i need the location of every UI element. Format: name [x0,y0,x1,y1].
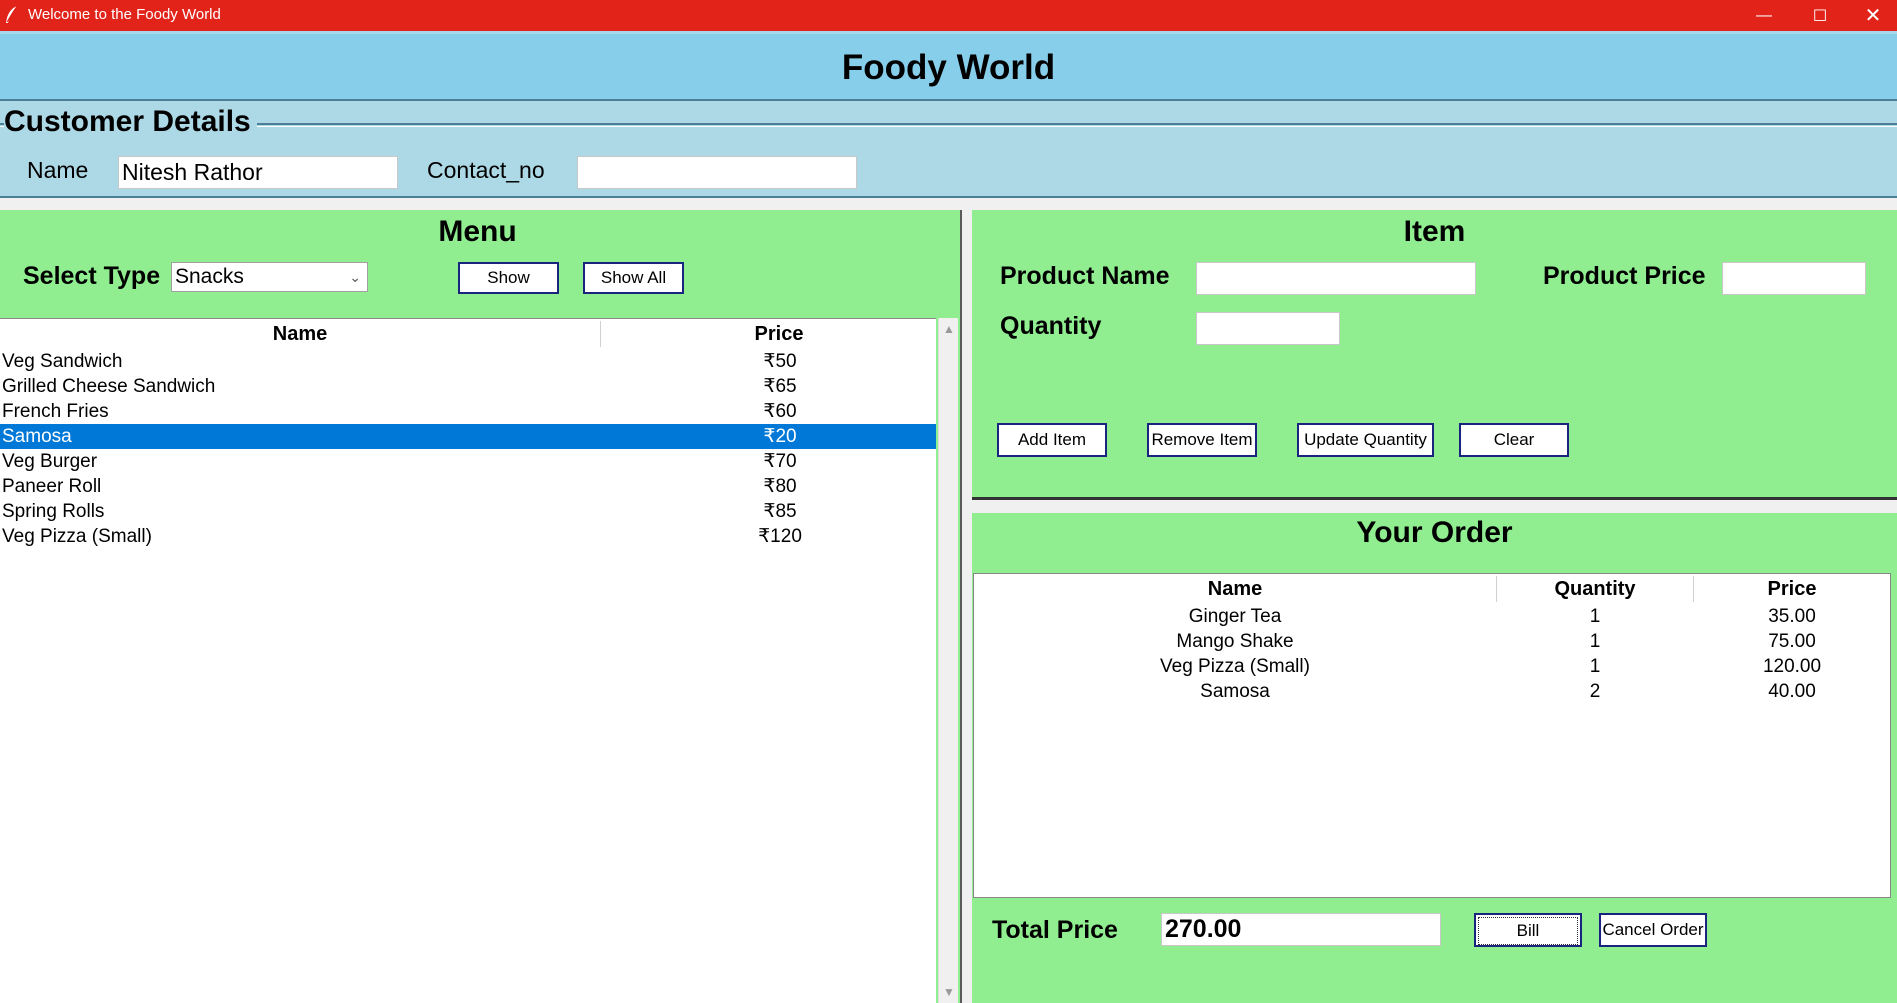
bill-button-label: Bill [1478,917,1578,945]
menu-title: Menu [438,215,517,248]
order-column-name[interactable]: Name [974,578,1496,601]
order-item-price: 75.00 [1768,631,1816,652]
product-price-input[interactable] [1722,262,1866,295]
customer-details-title: Customer Details [4,105,257,139]
menu-item-price: ₹60 [763,401,797,422]
product-name-input[interactable] [1196,262,1476,295]
window-title: Welcome to the Foody World [28,6,221,23]
table-row[interactable]: Grilled Cheese Sandwich ₹65 [0,374,936,399]
table-row[interactable]: Veg Burger ₹70 [0,449,936,474]
menu-item-name: Spring Rolls [2,501,105,522]
menu-item-price: ₹50 [763,351,797,372]
menu-panel: Menu Select Type Snacks ⌄ Show Show All … [0,210,962,1003]
name-label: Name [27,157,89,183]
chevron-down-icon[interactable]: ⌄ [349,263,361,291]
name-input[interactable]: Nitesh Rathor [118,156,398,189]
customer-details-section: Customer Details Name Nitesh Rathor Cont… [0,101,1897,198]
menu-item-price: ₹65 [763,376,797,397]
order-item-price: 40.00 [1768,681,1816,702]
table-row[interactable]: Mango Shake 1 75.00 [974,629,1892,654]
contact-input[interactable] [577,156,857,189]
order-item-name: Samosa [1200,681,1270,702]
item-panel: Item Product Name Product Price Quantity… [972,210,1897,500]
order-title: Your Order [1356,516,1513,549]
menu-item-name: Veg Burger [2,451,98,472]
table-row[interactable]: Veg Sandwich ₹50 [0,349,936,374]
table-row[interactable]: Ginger Tea 1 35.00 [974,604,1892,629]
close-button[interactable]: ✕ [1850,0,1896,31]
menu-item-name: Veg Sandwich [2,351,123,372]
cancel-order-button[interactable]: Cancel Order [1599,913,1707,947]
total-price-label: Total Price [992,916,1118,944]
order-column-price[interactable]: Price [1694,578,1890,601]
table-row[interactable]: Veg Pizza (Small) 1 120.00 [974,654,1892,679]
order-item-price: 35.00 [1768,606,1816,627]
table-row[interactable]: French Fries ₹60 [0,399,936,424]
item-title: Item [1403,215,1466,248]
menu-column-price[interactable]: Price [601,323,957,346]
bill-button[interactable]: Bill [1474,913,1582,947]
update-quantity-button[interactable]: Update Quantity [1297,423,1434,457]
order-item-quantity: 1 [1589,656,1601,677]
menu-column-name[interactable]: Name [0,323,600,346]
type-select-value: Snacks [175,265,244,288]
table-row[interactable]: Paneer Roll ₹80 [0,474,936,499]
menu-item-price: ₹80 [763,476,797,497]
scroll-up-arrow-icon[interactable]: ▲ [939,322,959,336]
menu-item-price: ₹85 [763,501,797,522]
order-item-price: 120.00 [1762,656,1822,677]
contact-label: Contact_no [427,157,545,183]
total-price-field[interactable]: 270.00 [1161,913,1441,946]
table-row[interactable]: Spring Rolls ₹85 [0,499,936,524]
scroll-down-arrow-icon[interactable]: ▼ [939,985,959,999]
show-button[interactable]: Show [458,262,559,294]
order-item-quantity: 1 [1589,631,1601,652]
section-divider [0,123,1897,127]
menu-item-name: Paneer Roll [2,476,102,497]
window-titlebar: Welcome to the Foody World — ☐ ✕ [0,0,1897,31]
maximize-button[interactable]: ☐ [1797,0,1843,31]
product-name-label: Product Name [1000,262,1170,290]
clear-button[interactable]: Clear [1459,423,1569,457]
menu-item-price: ₹120 [758,526,802,547]
order-panel: Your Order Name Quantity Price Ginger Te… [972,513,1897,1003]
show-all-button[interactable]: Show All [583,262,684,294]
table-row[interactable]: Samosa 2 40.00 [974,679,1892,704]
menu-item-name: Samosa [2,426,72,447]
minimize-button[interactable]: — [1741,0,1787,31]
menu-item-price: ₹20 [763,426,797,447]
menu-scrollbar[interactable]: ▲ ▼ [938,318,958,1003]
remove-item-button[interactable]: Remove Item [1147,423,1257,457]
order-item-name: Mango Shake [1176,631,1294,652]
quantity-input[interactable] [1196,312,1340,345]
add-item-button[interactable]: Add Item [997,423,1107,457]
product-price-label: Product Price [1543,262,1706,290]
table-row-selected[interactable]: Samosa ₹20 [0,424,936,449]
order-item-quantity: 2 [1589,681,1601,702]
menu-item-name: French Fries [2,401,109,422]
app-header: Foody World [0,31,1897,101]
app-title: Foody World [841,48,1056,87]
table-row[interactable]: Veg Pizza (Small) ₹120 [0,524,936,549]
menu-table: Name Price Veg Sandwich ₹50 Grilled Chee… [0,318,936,1003]
order-item-name: Ginger Tea [1188,606,1282,627]
menu-item-price: ₹70 [763,451,797,472]
quantity-label: Quantity [1000,312,1102,340]
menu-item-name: Veg Pizza (Small) [2,526,152,547]
type-select[interactable]: Snacks ⌄ [171,262,368,292]
menu-item-name: Grilled Cheese Sandwich [2,376,216,397]
select-type-label: Select Type [23,262,161,290]
feather-icon [6,5,18,23]
order-item-name: Veg Pizza (Small) [1160,656,1310,677]
order-item-quantity: 1 [1589,606,1601,627]
order-column-quantity[interactable]: Quantity [1497,578,1693,601]
order-table: Name Quantity Price Ginger Tea 1 35.00 M… [973,573,1891,898]
